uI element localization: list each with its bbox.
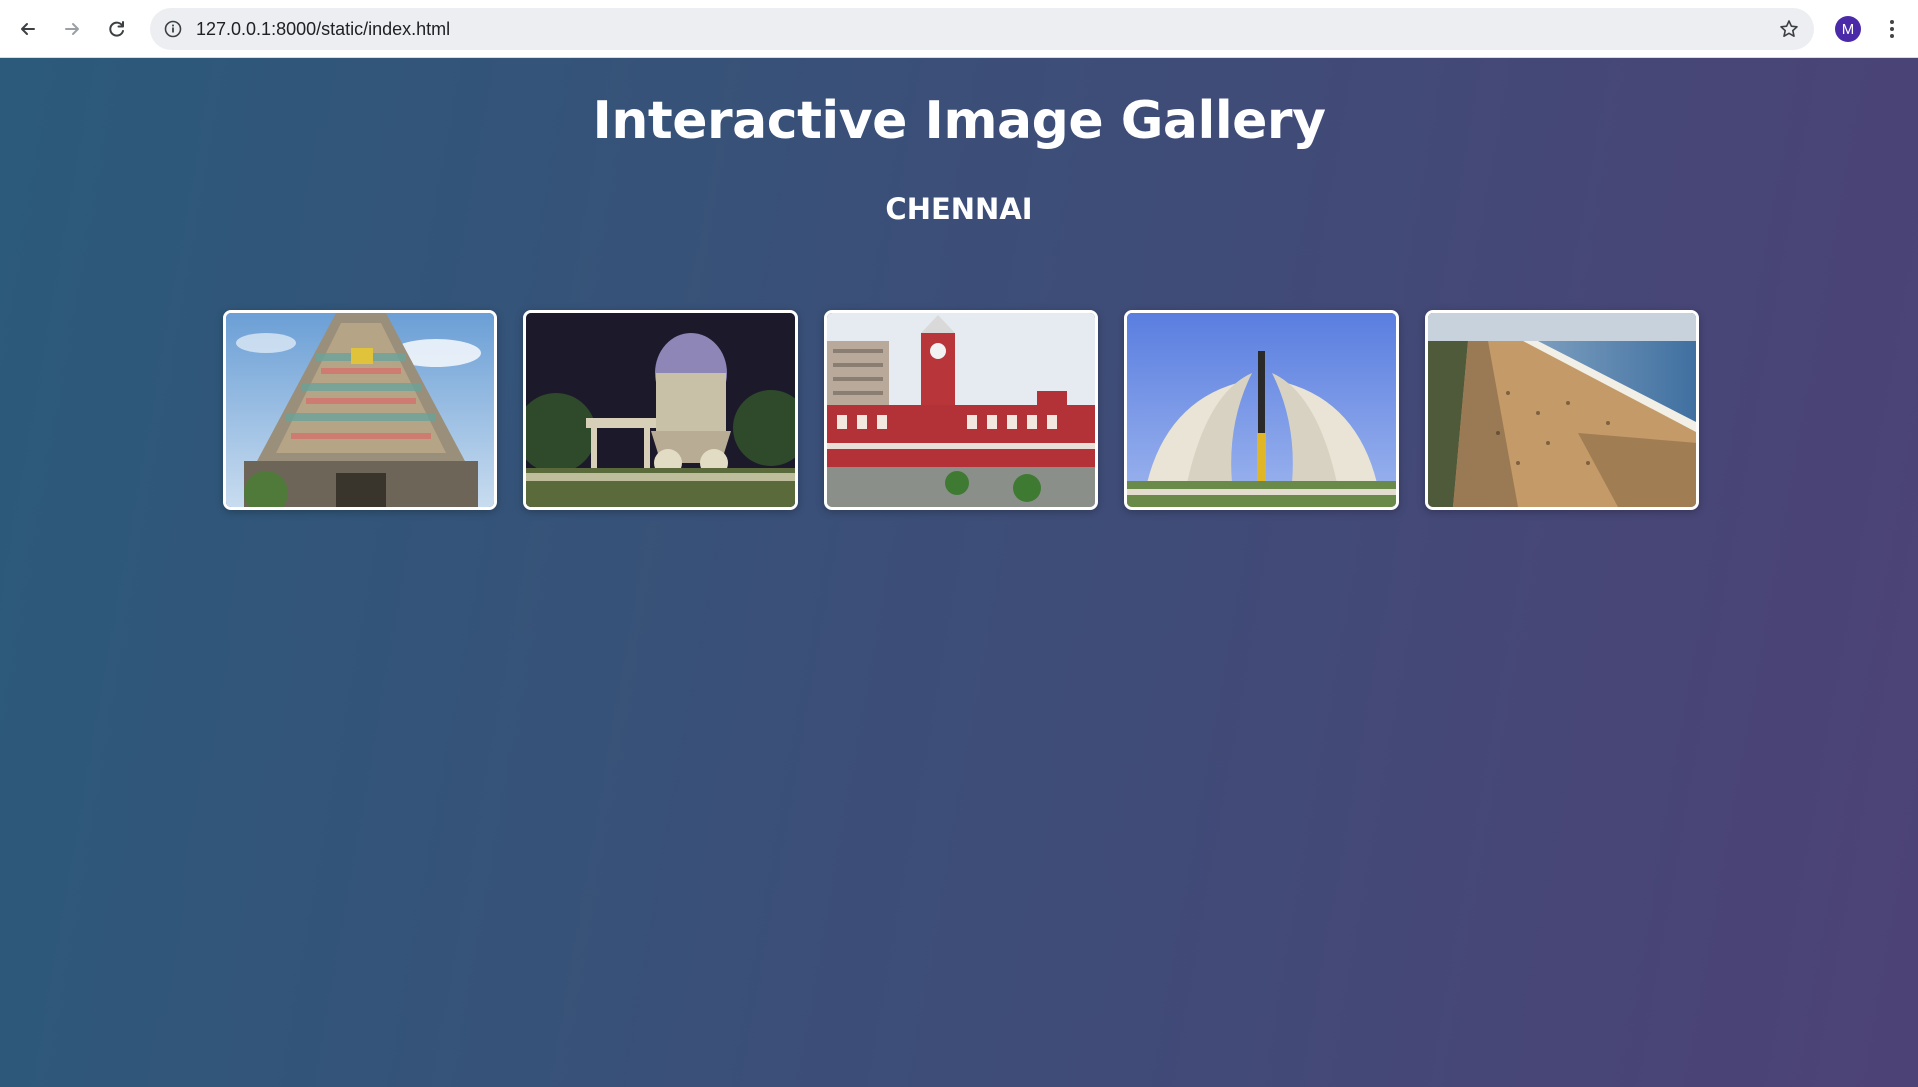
url-text[interactable]: 127.0.0.1:8000/static/index.html: [196, 19, 450, 40]
gallery-image-beach[interactable]: [1424, 310, 1700, 510]
gallery-image-temple[interactable]: [223, 310, 498, 510]
page-background: Interactive Image Gallery CHENNAI: [0, 58, 1918, 1087]
browser-toolbar: 127.0.0.1:8000/static/index.html M: [0, 0, 1918, 58]
railway-station-image: [826, 313, 1096, 507]
city-heading: CHENNAI: [885, 192, 1033, 226]
address-bar[interactable]: 127.0.0.1:8000/static/index.html: [150, 8, 1814, 50]
page-title: Interactive Image Gallery: [592, 91, 1326, 151]
gallery-image-station[interactable]: [823, 310, 1099, 510]
gallery-image-memorial[interactable]: [1124, 310, 1399, 510]
site-info-icon[interactable]: [162, 18, 184, 40]
back-button[interactable]: [12, 13, 44, 45]
arrow-right-icon: [65, 23, 79, 35]
stone-chariot-night-image: [526, 313, 795, 507]
bookmark-star-icon[interactable]: [1778, 18, 1800, 40]
profile-avatar[interactable]: M: [1835, 16, 1861, 42]
reload-button[interactable]: [101, 13, 133, 45]
browser-menu-icon[interactable]: [1880, 14, 1904, 44]
image-gallery: [223, 310, 1700, 510]
temple-gopuram-image: [226, 313, 495, 507]
forward-button[interactable]: [56, 13, 88, 45]
reload-icon: [109, 21, 124, 37]
beach-aerial-image: [1427, 313, 1697, 507]
memorial-arches-image: [1127, 313, 1396, 507]
arrow-left-icon: [21, 23, 35, 35]
gallery-image-chariot[interactable]: [523, 310, 798, 510]
